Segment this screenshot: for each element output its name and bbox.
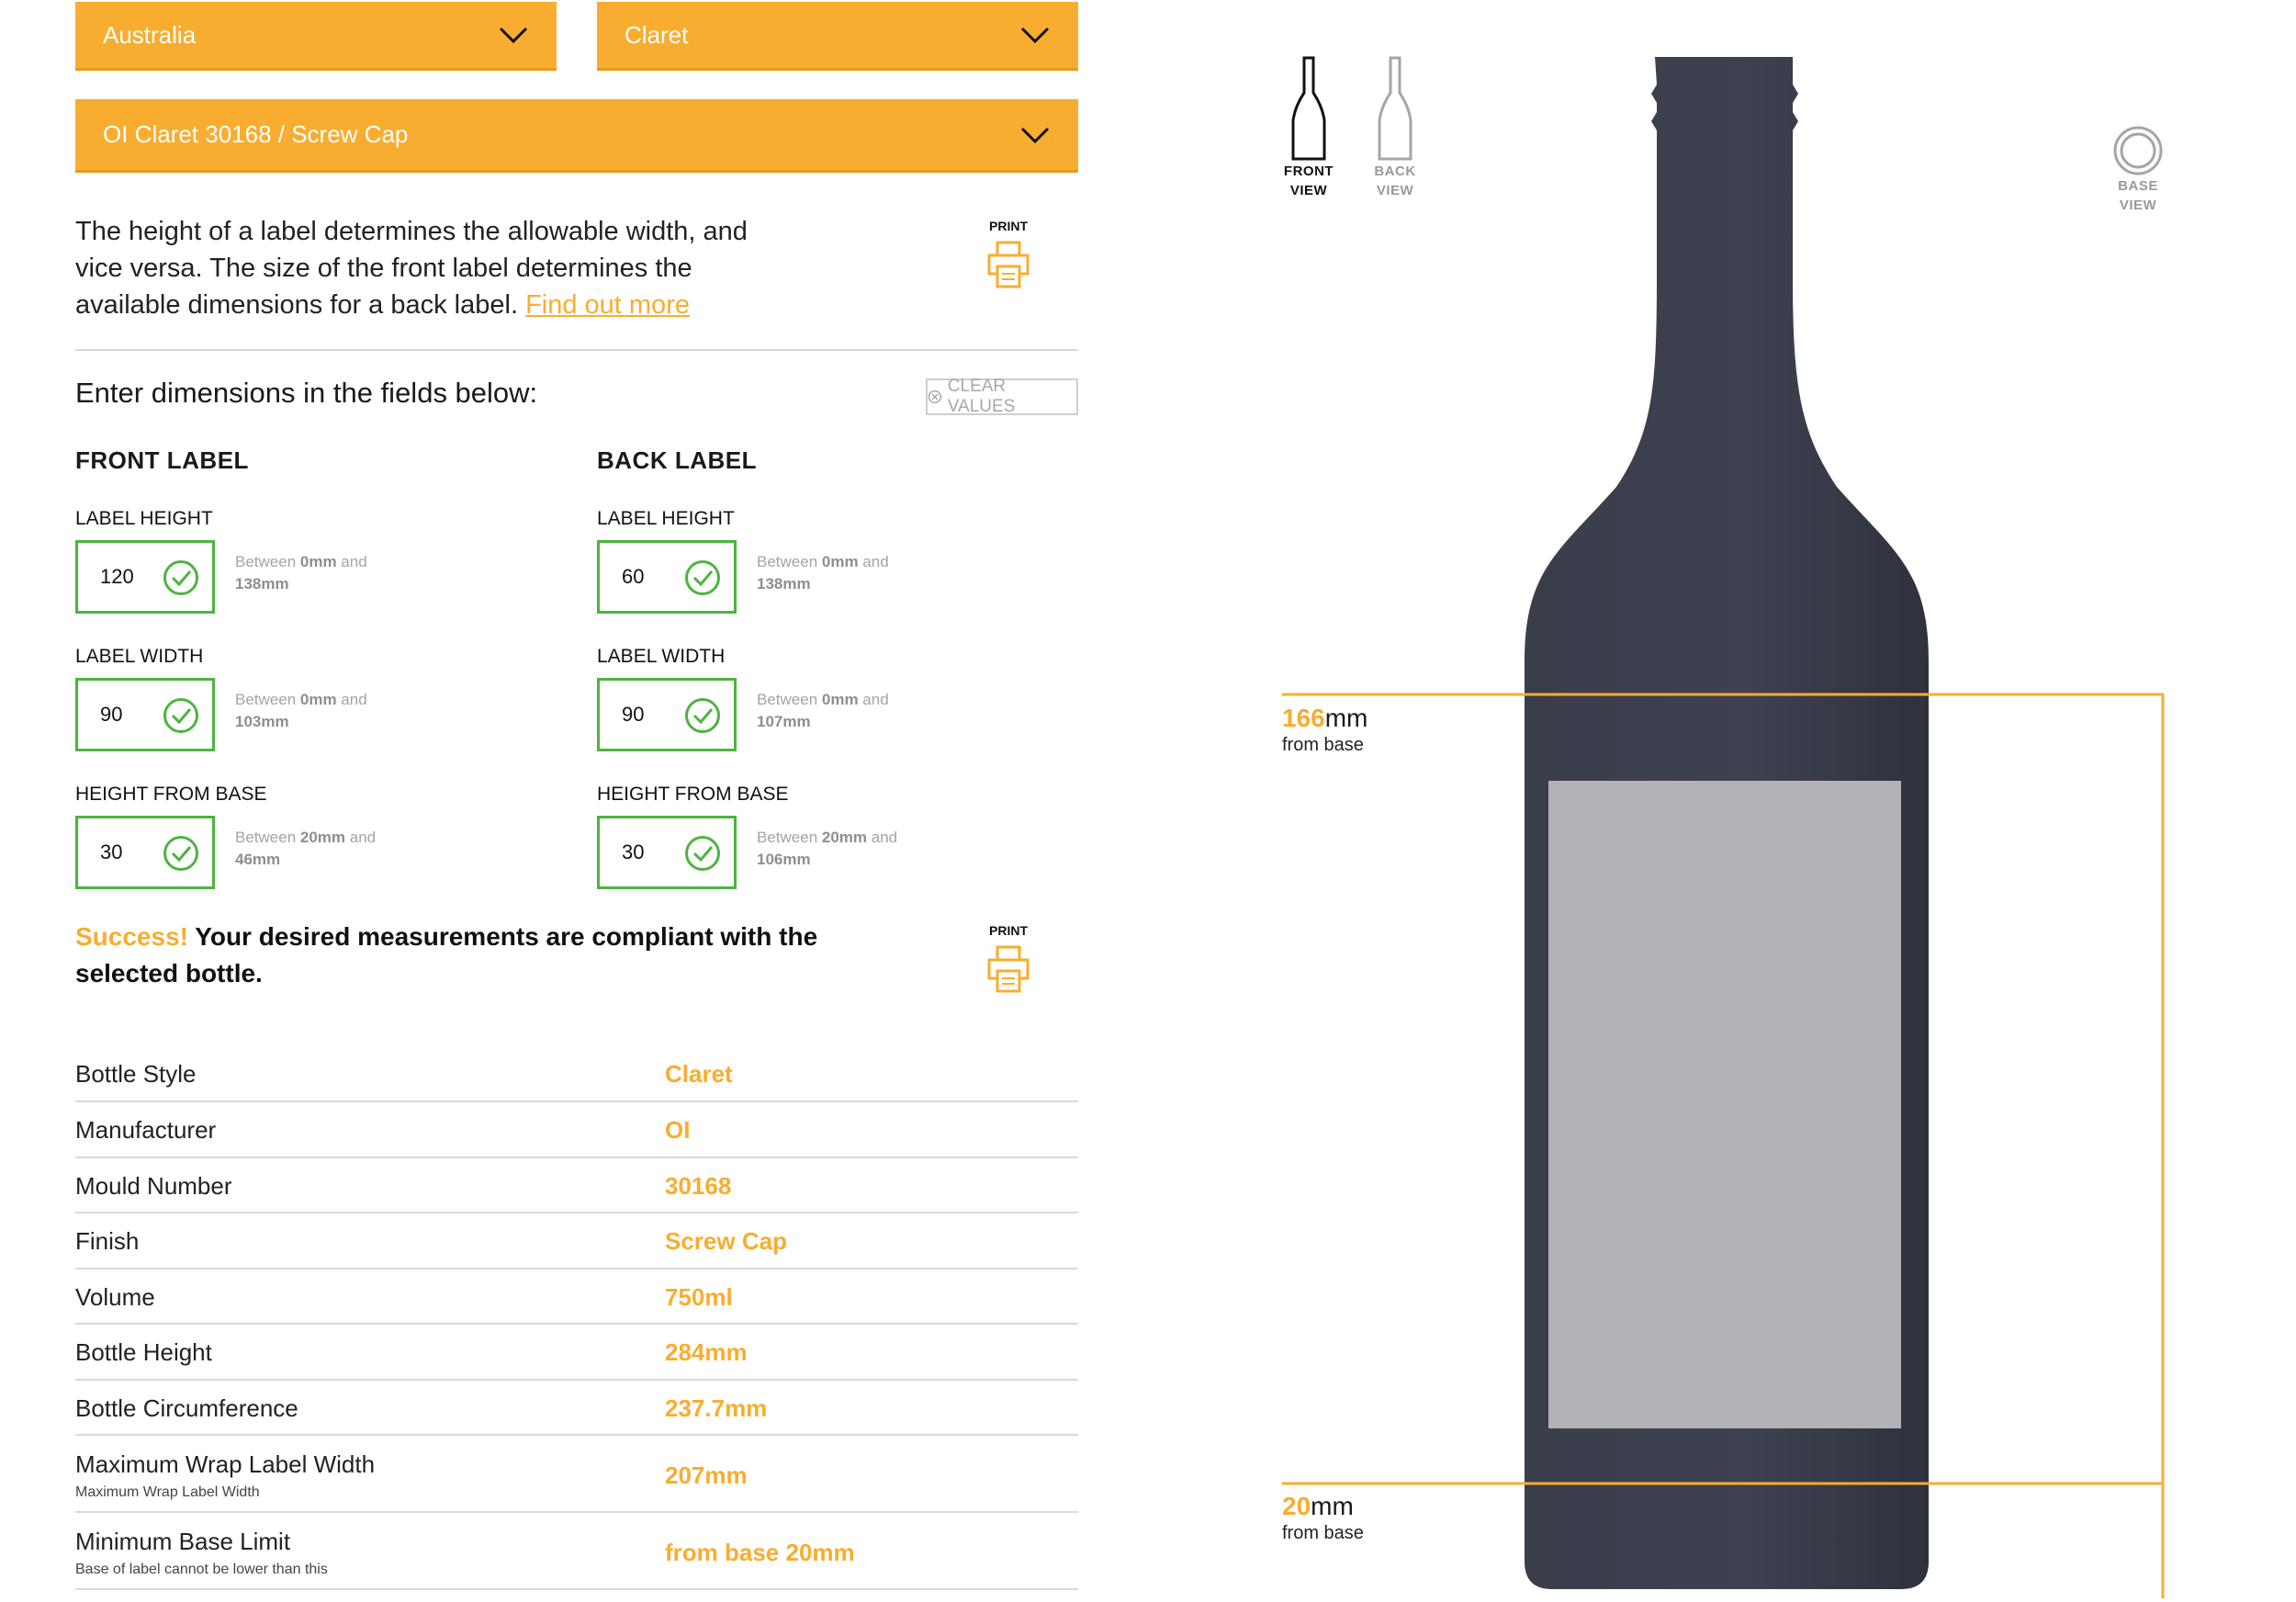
spec-subtext: Maximum Wrap Label Width [75, 1484, 260, 1500]
front-label-height-value: 120 [100, 565, 134, 588]
check-icon [163, 560, 198, 595]
front-height-from-base-input[interactable]: 30 [75, 816, 215, 889]
spec-value: Screw Cap [665, 1227, 787, 1255]
back-label-width-input[interactable]: 90 [597, 678, 737, 751]
back-label-title: BACK LABEL [597, 446, 757, 474]
spec-name: Maximum Wrap Label Width [75, 1450, 376, 1478]
spec-row-bottle-circumference: Bottle Circumference 237.7mm [75, 1381, 1078, 1436]
back-label-width-value: 90 [622, 703, 645, 726]
spec-row-max-wrap-width: Maximum Wrap Label Width Maximum Wrap La… [75, 1436, 1078, 1513]
style-select-value: Claret [625, 20, 689, 49]
spec-value: from base 20mm [665, 1539, 855, 1566]
spec-value: 750ml [665, 1283, 733, 1311]
print-button-top[interactable]: PRINT [972, 219, 1045, 288]
measurement-bottom-unit: mm [1311, 1492, 1354, 1520]
country-select-value: Australia [103, 20, 197, 49]
spec-name: Bottle Circumference [75, 1394, 298, 1422]
spec-name: Minimum Base Limit [75, 1528, 291, 1555]
chevron-down-icon [1020, 127, 1050, 143]
back-height-from-base-value: 30 [622, 840, 645, 863]
printer-icon [987, 241, 1030, 288]
back-label-height-hint: Between 0mm and 138mm [757, 553, 889, 592]
spec-row-min-base-limit: Minimum Base Limit Base of label cannot … [75, 1513, 1078, 1590]
close-circle-icon [928, 389, 942, 404]
intro-text: The height of a label determines the all… [75, 213, 801, 323]
check-icon [685, 698, 720, 733]
check-icon [685, 560, 720, 595]
front-height-from-base-label: HEIGHT FROM BASE [75, 784, 267, 805]
spec-value: 30168 [665, 1172, 732, 1200]
front-label-height-input[interactable]: 120 [75, 540, 215, 614]
spec-row-bottle-style: Bottle Style Claret [75, 1047, 1078, 1102]
spec-row-finish: Finish Screw Cap [75, 1213, 1078, 1269]
front-label-height-label: LABEL HEIGHT [75, 508, 213, 529]
bottle-select-value: OI Claret 30168 / Screw Cap [103, 120, 409, 148]
front-label-width-label: LABEL WIDTH [75, 646, 204, 667]
measurement-top: 166mm [1282, 704, 1367, 733]
front-label-title: FRONT LABEL [75, 446, 249, 474]
print-label: PRINT [989, 219, 1028, 233]
front-label-width-hint: Between 0mm and 103mm [235, 691, 367, 730]
check-icon [685, 836, 720, 871]
measurement-top-sub: from base [1282, 735, 1364, 755]
printer-icon [987, 945, 1030, 993]
chevron-down-icon [499, 27, 528, 44]
spec-value: OI [665, 1116, 691, 1144]
divider [75, 349, 1078, 351]
success-highlight: Success! [75, 922, 188, 951]
print-label: PRINT [989, 923, 1028, 938]
spec-name: Mould Number [75, 1172, 232, 1200]
spec-name: Bottle Height [75, 1338, 212, 1366]
spec-name: Manufacturer [75, 1116, 217, 1144]
measurement-bottom-sub: from base [1282, 1523, 1364, 1543]
form-title: Enter dimensions in the fields below: [75, 377, 538, 409]
back-label-height-value: 60 [622, 565, 645, 588]
country-select[interactable]: Australia [75, 2, 557, 71]
measurement-bottom: 20mm [1282, 1492, 1354, 1521]
back-height-from-base-hint: Between 20mm and 106mm [757, 829, 898, 868]
measurement-top-value: 166 [1282, 704, 1325, 732]
back-label-height-label: LABEL HEIGHT [597, 508, 735, 529]
check-icon [163, 698, 198, 733]
success-message: Success! Your desired measurements are c… [75, 919, 902, 992]
bottle-illustration [1282, 57, 2165, 1598]
spec-subtext: Base of label cannot be lower than this [75, 1562, 328, 1577]
spec-value: 237.7mm [665, 1394, 768, 1422]
spec-name: Bottle Style [75, 1060, 197, 1088]
check-icon [163, 836, 198, 871]
label-preview-area [1548, 781, 1901, 1428]
front-height-from-base-hint: Between 20mm and 46mm [235, 829, 377, 868]
back-label-height-input[interactable]: 60 [597, 540, 737, 614]
spec-name: Finish [75, 1227, 140, 1255]
find-out-more-link[interactable]: Find out more [525, 290, 690, 320]
back-label-width-label: LABEL WIDTH [597, 646, 726, 667]
back-height-from-base-input[interactable]: 30 [597, 816, 737, 889]
spec-row-volume: Volume 750ml [75, 1269, 1078, 1325]
spec-value: 284mm [665, 1338, 748, 1366]
front-label-height-hint: Between 0mm and 138mm [235, 553, 367, 592]
front-height-from-base-value: 30 [100, 840, 123, 863]
clear-values-button[interactable]: CLEAR VALUES [926, 377, 1078, 416]
spec-row-manufacturer: Manufacturer OI [75, 1102, 1078, 1158]
bottle-select[interactable]: OI Claret 30168 / Screw Cap [75, 99, 1078, 173]
measurement-bottom-value: 20 [1282, 1492, 1311, 1520]
spec-row-mould-number: Mould Number 30168 [75, 1158, 1078, 1213]
front-label-width-value: 90 [100, 703, 123, 726]
spec-row-bottle-height: Bottle Height 284mm [75, 1325, 1078, 1381]
spec-value: Claret [665, 1060, 733, 1088]
style-select[interactable]: Claret [597, 2, 1078, 71]
back-label-width-hint: Between 0mm and 107mm [757, 691, 889, 730]
measurement-top-unit: mm [1324, 704, 1368, 732]
front-label-width-input[interactable]: 90 [75, 678, 215, 751]
clear-values-label: CLEAR VALUES [947, 377, 1016, 416]
print-button-bottom[interactable]: PRINT [972, 923, 1045, 993]
spec-value: 207mm [665, 1461, 748, 1489]
spec-name: Volume [75, 1283, 155, 1311]
back-height-from-base-label: HEIGHT FROM BASE [597, 784, 789, 805]
chevron-down-icon [1020, 27, 1050, 44]
